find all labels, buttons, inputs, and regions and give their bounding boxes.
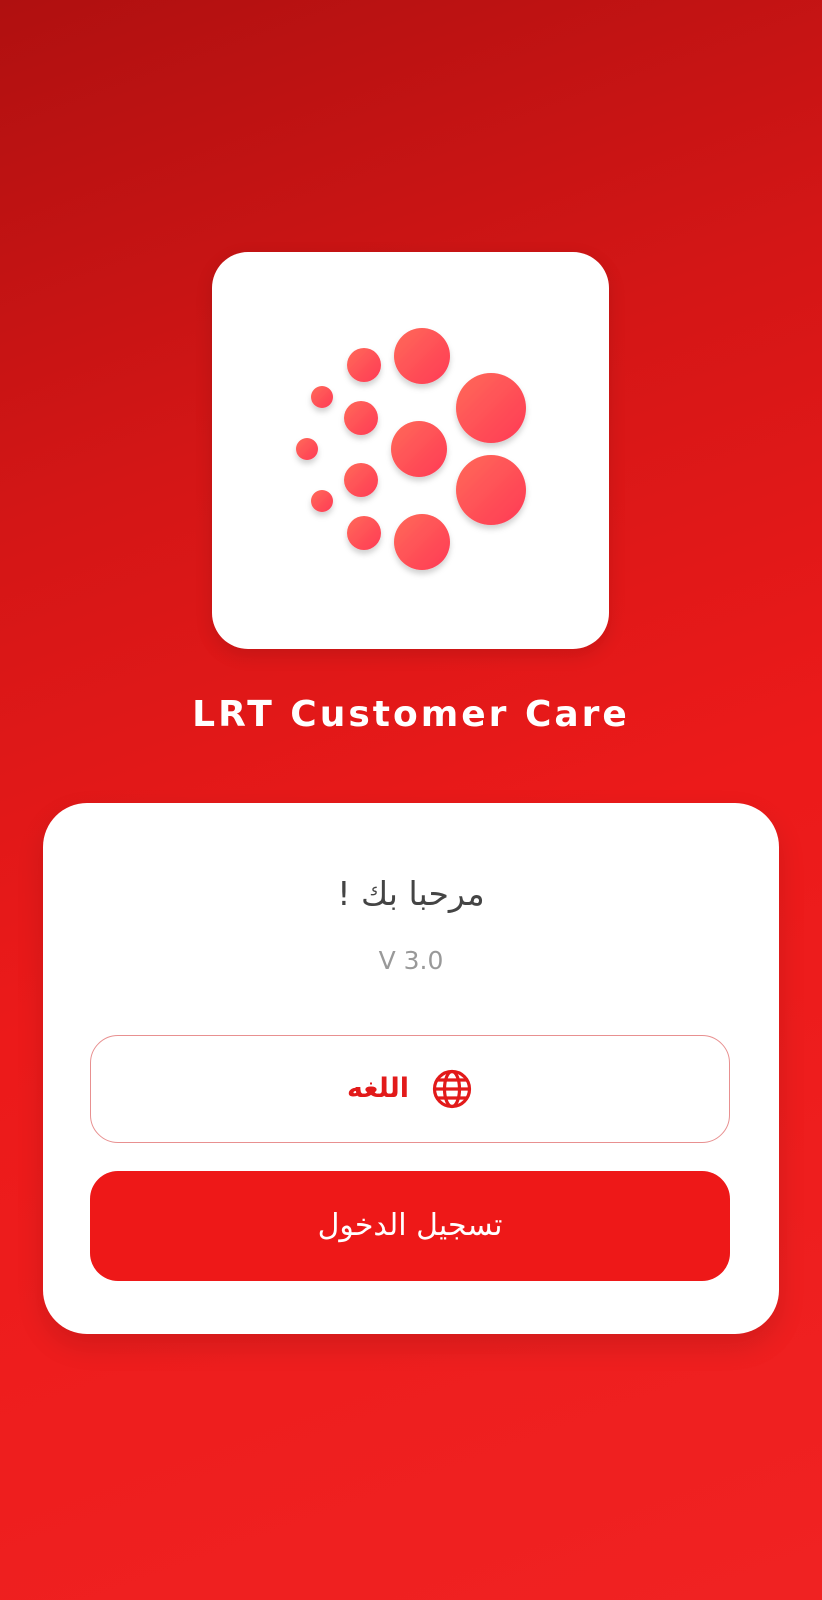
welcome-card: مرحبا بك ! V 3.0 اللغه تسجيل الدخول — [43, 803, 779, 1334]
login-button[interactable]: تسجيل الدخول — [90, 1171, 730, 1281]
globe-icon — [431, 1068, 473, 1110]
app-name: LRT Customer Care — [192, 694, 630, 735]
language-button-label: اللغه — [346, 1073, 410, 1104]
app-version: V 3.0 — [378, 946, 444, 975]
app-logo — [212, 252, 609, 649]
language-button[interactable]: اللغه — [90, 1035, 730, 1143]
welcome-heading: مرحبا بك ! — [337, 874, 485, 913]
dots-burst-logo-icon — [296, 328, 526, 570]
